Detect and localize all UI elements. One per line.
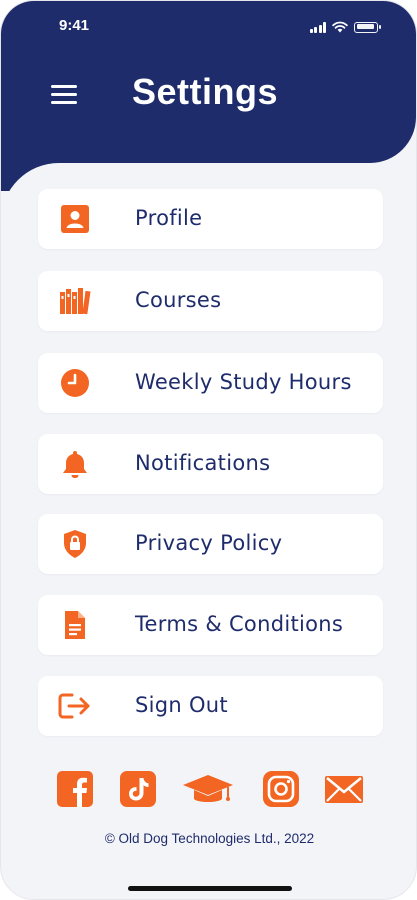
menu-item-label: Profile [135,206,203,230]
sign-out-icon [58,690,92,722]
menu-item-profile[interactable]: Profile [38,189,383,249]
menu-item-terms-conditions[interactable]: Terms & Conditions [38,595,383,655]
menu-item-courses[interactable]: Courses [38,271,383,331]
social-links [1,770,416,810]
wifi-icon [332,21,348,33]
app-screen: 9:41 Settings Profile Courses Weekly Stu… [0,0,417,900]
menu-item-label: Terms & Conditions [135,612,344,636]
page-title: Settings [132,71,279,112]
status-time: 9:41 [59,17,90,34]
books-icon [58,285,92,317]
bell-icon [58,448,92,480]
profile-icon [58,203,92,235]
status-bar: 9:41 [1,15,416,41]
graduation-cap-icon[interactable] [182,770,234,808]
shield-lock-icon [58,528,92,560]
copyright-text: © Old Dog Technologies Ltd., 2022 [104,831,315,846]
menu-item-label: Courses [135,288,222,312]
menu-item-label: Sign Out [135,693,228,717]
cellular-signal-icon [309,21,326,33]
menu-item-label: Privacy Policy [135,531,283,555]
hamburger-menu-icon[interactable] [51,85,77,107]
facebook-icon[interactable] [56,770,94,808]
menu-item-weekly-study-hours[interactable]: Weekly Study Hours [38,353,383,413]
mail-icon[interactable] [324,770,363,808]
menu-item-sign-out[interactable]: Sign Out [38,676,383,736]
menu-item-label: Notifications [135,451,271,475]
home-indicator[interactable] [128,886,292,891]
menu-item-label: Weekly Study Hours [135,370,352,394]
battery-icon [354,21,381,33]
menu-item-privacy-policy[interactable]: Privacy Policy [38,514,383,574]
clock-icon [58,367,92,399]
tiktok-icon[interactable] [119,770,157,808]
document-icon [58,609,92,641]
menu-item-notifications[interactable]: Notifications [38,434,383,494]
instagram-icon[interactable] [262,770,300,808]
